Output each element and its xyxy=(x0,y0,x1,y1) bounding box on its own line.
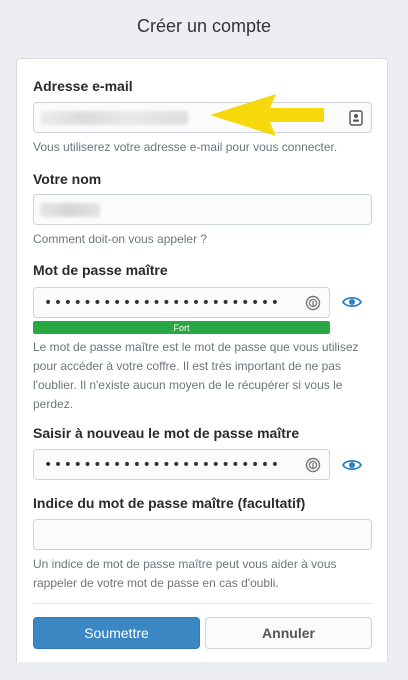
password-strength-bar: Fort xyxy=(33,321,330,334)
fingerprint-icon[interactable] xyxy=(305,295,321,311)
signup-form-card: Adresse e-mail Vous utiliserez votre adr… xyxy=(16,58,388,662)
master-password-hint: Le mot de passe maître est le mot de pas… xyxy=(33,340,359,411)
password-strength-label: Fort xyxy=(173,322,190,333)
fingerprint-icon[interactable] xyxy=(305,457,321,473)
name-label: Votre nom xyxy=(33,171,102,187)
name-hint: Comment doit-on vous appeler ? xyxy=(33,232,208,246)
confirm-password-value: •••••••••••••••••••••••• xyxy=(44,457,281,473)
arrow-left-icon xyxy=(210,94,324,136)
page-title: Créer un compte xyxy=(136,15,272,36)
divider xyxy=(33,603,372,604)
name-field[interactable] xyxy=(33,194,372,225)
email-hint: Vous utiliserez votre adresse e-mail pou… xyxy=(33,140,338,154)
password-hint-description: Un indice de mot de passe maître peut vo… xyxy=(33,557,337,590)
password-strength-meter: Fort xyxy=(33,321,330,334)
master-password-value: •••••••••••••••••••••••• xyxy=(44,295,281,311)
cancel-button[interactable]: Annuler xyxy=(205,617,372,649)
eye-icon[interactable] xyxy=(342,295,362,309)
submit-button[interactable]: Soumettre xyxy=(33,617,200,649)
eye-icon[interactable] xyxy=(342,458,362,472)
name-value-redacted xyxy=(40,203,100,217)
email-label: Adresse e-mail xyxy=(33,78,133,94)
confirm-password-field[interactable]: •••••••••••••••••••••••• xyxy=(33,449,330,480)
password-hint-field[interactable] xyxy=(33,519,372,550)
master-password-label: Mot de passe maître xyxy=(33,262,168,278)
password-hint-label: Indice du mot de passe maître (facultati… xyxy=(33,495,306,511)
contact-card-icon[interactable] xyxy=(349,110,363,126)
confirm-password-label: Saisir à nouveau le mot de passe maître xyxy=(33,425,300,441)
master-password-field[interactable]: •••••••••••••••••••••••• xyxy=(33,287,330,318)
email-value-redacted xyxy=(40,111,188,125)
